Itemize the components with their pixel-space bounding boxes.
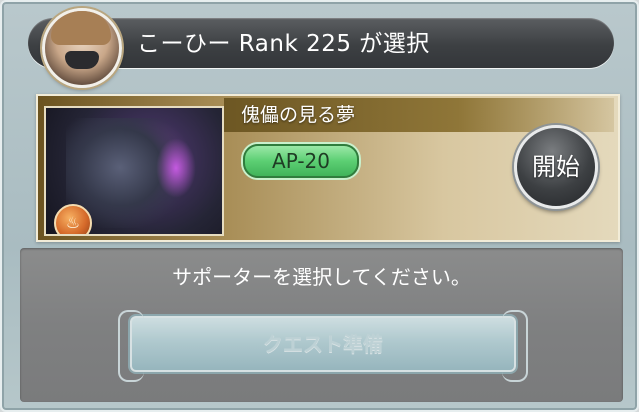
avatar-mask [65, 51, 99, 69]
ap-cost-badge: AP-20 [243, 144, 359, 178]
purple-glow [156, 138, 196, 198]
selected-player-text: こーひー Rank 225 が選択 [137, 31, 430, 57]
button-frame-left [118, 310, 144, 382]
quest-prepare-button[interactable]: クエスト準備 [118, 310, 528, 382]
quest-dialog: こーひー Rank 225 が選択 傀儡の見る夢 ♨ AP-20 開始 サポータ… [0, 0, 639, 412]
avatar-hair [51, 11, 111, 45]
button-frame-right [502, 310, 528, 382]
quest-prepare-label: クエスト準備 [263, 332, 383, 356]
fire-element-icon: ♨ [54, 204, 92, 234]
start-button[interactable]: 開始 [514, 125, 598, 209]
quest-title: 傀儡の見る夢 [241, 104, 356, 126]
quest-portrait-image: ♨ [44, 106, 224, 236]
player-avatar [42, 8, 122, 88]
support-instruction: サポーターを選択してください。 [172, 265, 471, 289]
